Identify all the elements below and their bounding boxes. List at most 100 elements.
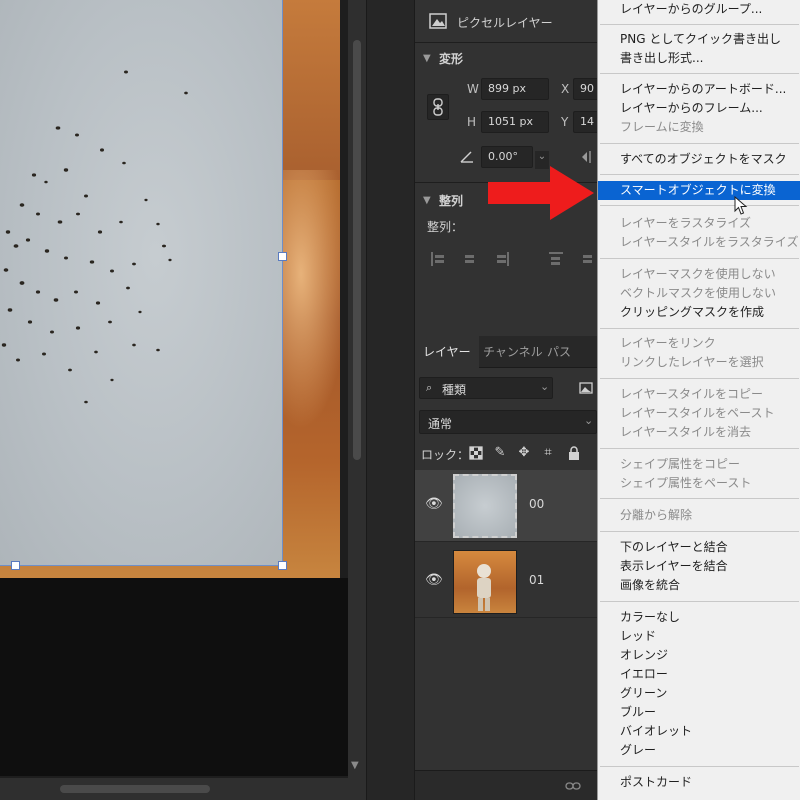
layer-row-00[interactable]: 👁 00 [415,470,601,542]
menu-item-copy-shape-attributes: シェイプ属性をコピー [620,457,741,471]
background-dust [280,170,340,430]
lock-artboard-icon[interactable]: ⌗ [541,446,555,460]
transform-handle-right[interactable] [278,252,287,261]
menu-item-color-red[interactable]: レッド [598,627,800,646]
transform-section-title[interactable]: 変形 [439,50,463,67]
menu-item-color-green[interactable]: グリーン [598,684,800,703]
height-label: H [467,115,477,129]
menu-item-merge-down[interactable]: 下のレイヤーと結合 [598,538,800,557]
layer-thumbnail [453,550,517,614]
menu-item-rasterize-layer: レイヤーをラスタライズ [620,216,752,230]
menu-item-flatten-image[interactable]: 画像を統合 [598,576,800,595]
menu-item-group-from-layers[interactable]: レイヤーからのグループ... [598,0,800,19]
mouse-cursor-icon [734,196,748,215]
menu-item-merge-visible[interactable]: 表示レイヤーを結合 [598,557,800,576]
canvas-pasteboard [0,578,348,776]
transform-handle-bottom-right[interactable] [278,561,287,570]
pixel-layer-icon [429,13,447,29]
menu-item-create-clipping-mask[interactable]: クリッピングマスクを作成 [598,303,800,322]
menu-item-release-from-isolation: 分離から解除 [620,508,693,522]
height-field[interactable]: 1051 px [481,111,549,133]
menu-item-convert-to-smart-object[interactable]: スマートオブジェクトに変換 [598,181,800,200]
tab-paths[interactable]: パス [539,336,579,368]
eye-visibility-icon[interactable]: 👁 [425,572,443,588]
menu-item-convert-to-frame: フレームに変換 [620,120,704,134]
menu-item-color-gray[interactable]: グレー [598,741,800,760]
menu-item-color-none[interactable]: カラーなし [598,608,800,627]
link-layers-icon[interactable] [565,781,581,791]
menu-item-disable-layer-mask: レイヤーマスクを使用しない [620,267,776,281]
width-field[interactable]: 899 px [481,78,549,100]
layer-name[interactable]: 01 [529,573,544,587]
lock-transparency-icon[interactable] [469,446,483,460]
align-center-horizontal-icon[interactable] [463,252,477,266]
menu-item-disable-vector-mask: ベクトルマスクを使用しない [620,286,777,300]
astronaut-figure [477,564,491,611]
eye-visibility-icon[interactable]: 👁 [425,496,443,512]
menu-item-quick-export-png[interactable]: PNG としてクイック書き出し [598,30,800,49]
menu-item-copy-layer-style: レイヤースタイルをコピー [620,387,764,401]
layer-context-menu: レイヤーからのグループ... PNG としてクイック書き出し 書き出し形式...… [597,0,800,800]
lock-position-move-icon[interactable]: ✥ [517,446,531,460]
menu-item-export-as[interactable]: 書き出し形式... [598,49,800,68]
layers-tab-bar: レイヤー チャンネル パス [415,336,601,368]
menu-item-color-orange[interactable]: オレンジ [598,646,800,665]
transform-handle-bottom-left[interactable] [11,561,20,570]
align-sub-label: 整列： [427,220,464,234]
layer-type-label: ピクセルレイヤー [457,16,553,30]
lock-all-icon[interactable] [567,446,581,460]
background-sky [280,0,340,180]
red-arrow-annotation [488,166,594,220]
layers-panel-footer [415,770,601,800]
tab-layers[interactable]: レイヤー [415,336,479,368]
menu-item-color-blue[interactable]: ブルー [598,703,800,722]
lock-label: ロック： [421,448,470,462]
menu-item-paste-shape-attributes: シェイプ属性をペースト [620,476,752,490]
menu-item-artboard-from-layers[interactable]: レイヤーからのアートボード... [598,80,800,99]
layer-thumbnail [453,474,517,538]
blend-mode-label: 通常 [428,417,453,431]
align-chevron-down-icon[interactable]: ▼ [423,195,431,206]
menu-item-paste-layer-style: レイヤースタイルをペースト [620,406,775,420]
x-label: X [561,82,570,96]
menu-item-color-violet[interactable]: バイオレット [598,722,800,741]
canvas-area[interactable] [0,0,348,800]
menu-item-link-layers: レイヤーをリンク [620,336,716,350]
scroll-down-icon[interactable]: ▼ [351,760,359,771]
menu-item-mask-all-objects[interactable]: すべてのオブジェクトをマスク [598,150,800,169]
canvas-vertical-scrollbar[interactable]: ▼ [348,0,366,800]
blend-mode-select[interactable]: 通常 ⌄ [419,410,597,434]
layer-filter-select[interactable]: ⌕ 種類 ⌄ [419,377,553,399]
layer-name[interactable]: 00 [529,497,544,511]
width-label: W [467,82,479,96]
menu-item-frame-from-layers[interactable]: レイヤーからのフレーム... [598,99,800,118]
link-dimensions-button[interactable] [427,94,449,120]
menu-item-rasterize-layer-style: レイヤースタイルをラスタライズ [620,235,799,249]
paper-layer-canvas[interactable] [0,0,283,566]
y-label: Y [561,115,569,129]
specks [1,70,188,404]
link-icon [433,98,443,116]
menu-item-color-yellow[interactable]: イエロー [598,665,800,684]
menu-item-clear-layer-style: レイヤースタイルを消去 [620,425,752,439]
lock-pixels-brush-icon[interactable]: ✎ [493,446,507,460]
document-image [0,0,340,578]
chevron-down-icon[interactable]: ▼ [423,53,431,64]
blend-dropdown-chevron-icon: ⌄ [584,414,594,427]
filter-dropdown-chevron-icon: ⌄ [540,380,550,393]
align-left-icon[interactable] [431,252,445,266]
angle-icon [460,151,473,163]
vertical-scroll-thumb[interactable] [353,40,361,460]
align-top-icon[interactable] [549,252,563,266]
image-filter-icon[interactable] [579,382,593,394]
align-middle-vertical-icon[interactable] [581,252,595,266]
horizontal-scroll-thumb[interactable] [60,785,210,793]
align-section-title[interactable]: 整列 [439,192,463,209]
canvas-horizontal-scrollbar[interactable] [0,778,366,800]
properties-layers-panel: ピクセルレイヤー ▼ 変形 W 899 px X 90 p H 1051 px … [414,0,604,800]
layer-row-01[interactable]: 👁 01 [415,546,601,618]
flip-horizontal-icon[interactable] [581,150,597,164]
align-right-icon[interactable] [495,252,509,266]
menu-item-postcard[interactable]: ポストカード [598,773,800,792]
panel-dock-gutter [366,0,414,800]
